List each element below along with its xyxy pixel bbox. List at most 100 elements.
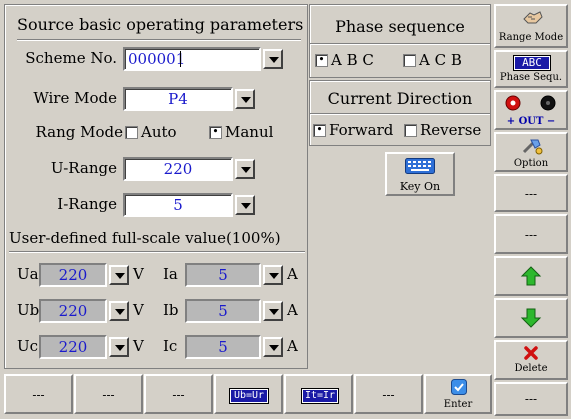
bottom-blank-label-1: --- <box>32 388 45 402</box>
phase-badge: ABC <box>513 55 551 71</box>
ua-label: Ua <box>17 265 39 283</box>
bottom-blank-button-1[interactable]: --- <box>4 374 73 414</box>
ic-label: Ic <box>163 337 178 355</box>
ib-label: Ib <box>163 301 179 319</box>
uc-value[interactable]: 220 <box>39 335 107 359</box>
ia-value[interactable]: 5 <box>185 263 261 287</box>
keyboard-icon <box>405 158 435 174</box>
ub-ur-label: Ub=Ur <box>229 388 269 404</box>
bottom-toolbar: --- --- --- Ub=Ur It=Ir --- Enter <box>4 374 492 416</box>
option-button[interactable]: Option <box>494 132 568 172</box>
bottom-blank-button-6[interactable]: --- <box>354 374 423 414</box>
source-parameters-title: Source basic operating parameters <box>17 15 304 34</box>
ib-value[interactable]: 5 <box>185 299 261 323</box>
uc-dropdown-button[interactable] <box>109 337 129 357</box>
sidebar-blank-button-2[interactable]: --- <box>494 214 568 254</box>
scheme-dropdown-button[interactable] <box>263 49 283 69</box>
ic-dropdown-button[interactable] <box>263 337 283 357</box>
sidebar-blank-button-3[interactable]: --- <box>494 382 568 416</box>
title-separator <box>17 39 301 41</box>
delete-button[interactable]: Delete <box>494 340 568 380</box>
phase-abc-radio[interactable]: • <box>315 54 328 67</box>
phase-sequence-panel: Phase sequence • A B C A C B <box>309 4 491 78</box>
current-separator <box>310 113 490 115</box>
ic-value[interactable]: 5 <box>185 335 261 359</box>
ub-value[interactable]: 220 <box>39 299 107 323</box>
scheme-input[interactable]: 000001 <box>123 47 261 71</box>
key-on-button[interactable]: Key On <box>385 152 455 196</box>
i-range-value: 5 <box>173 196 183 214</box>
ia-unit: A <box>287 265 298 283</box>
sidebar-blank-label-3: --- <box>524 392 538 406</box>
text-cursor <box>180 51 181 67</box>
hand-pointer-icon <box>523 11 543 24</box>
range-mode-button[interactable]: Range Mode <box>494 4 568 48</box>
bottom-blank-label-2: --- <box>102 388 115 402</box>
delete-label: Delete <box>514 363 548 374</box>
ub-dropdown-button[interactable] <box>109 301 129 321</box>
option-tools-icon <box>522 139 543 155</box>
scheme-label: Scheme No. <box>25 49 117 67</box>
ic-unit: A <box>287 337 298 355</box>
output-toggle-button[interactable]: + OUT − <box>494 90 568 130</box>
u-range-dropdown-button[interactable] <box>235 159 255 179</box>
phase-sequ-button[interactable]: ABC Phase Sequ. <box>494 50 568 88</box>
ia-label: Ia <box>163 265 178 283</box>
i-range-select[interactable]: 5 <box>123 193 233 217</box>
rang-manual-label: Manul <box>225 123 274 141</box>
arrow-down-icon <box>520 308 542 328</box>
phase-sequ-label: Phase Sequ. <box>499 72 563 83</box>
i-range-label: I-Range <box>57 195 117 213</box>
wire-mode-dropdown-button[interactable] <box>235 89 255 109</box>
forward-label: Forward <box>329 121 394 139</box>
ib-unit: A <box>287 301 298 319</box>
it-ir-label: It=Ir <box>301 388 339 404</box>
phase-acb-label: A C B <box>419 51 462 69</box>
move-down-button[interactable] <box>494 298 568 338</box>
enter-label: Enter <box>443 399 473 410</box>
wire-mode-label: Wire Mode <box>33 89 117 107</box>
rang-auto-label: Auto <box>141 123 177 141</box>
wire-mode-value: P4 <box>168 90 188 108</box>
rang-auto-checkbox[interactable] <box>125 126 138 139</box>
ib-dropdown-button[interactable] <box>263 301 283 321</box>
range-mode-label: Range Mode <box>498 32 564 43</box>
bottom-blank-button-3[interactable]: --- <box>144 374 213 414</box>
u-range-label: U-Range <box>50 159 117 177</box>
phase-acb-radio[interactable] <box>403 54 416 67</box>
scheme-value: 000001 <box>128 50 186 68</box>
move-up-button[interactable] <box>494 256 568 296</box>
u-range-select[interactable]: 220 <box>123 157 233 181</box>
ub-ur-button[interactable]: Ub=Ur <box>214 374 283 414</box>
wire-mode-select[interactable]: P4 <box>123 87 233 111</box>
ua-dropdown-button[interactable] <box>109 265 129 285</box>
arrow-up-icon <box>520 266 542 286</box>
reverse-radio[interactable] <box>404 124 417 137</box>
i-range-dropdown-button[interactable] <box>235 195 255 215</box>
ia-dropdown-button[interactable] <box>263 265 283 285</box>
enter-button[interactable]: Enter <box>424 374 492 414</box>
sidebar-blank-button-1[interactable]: --- <box>494 174 568 212</box>
output-terminals-icon <box>505 95 556 111</box>
forward-radio[interactable]: • <box>313 124 326 137</box>
ub-unit: V <box>133 301 144 319</box>
right-sidebar: Range Mode ABC Phase Sequ. + OUT − Optio… <box>494 4 568 416</box>
uc-label: Uc <box>17 337 39 355</box>
enter-check-icon <box>451 379 467 395</box>
fullscale-title: User-defined full-scale value(100%) <box>9 229 281 247</box>
ub-label: Ub <box>17 301 40 319</box>
option-label: Option <box>513 158 549 169</box>
phase-sequence-title: Phase sequence <box>335 17 465 36</box>
it-ir-button[interactable]: It=Ir <box>284 374 353 414</box>
rang-mode-label: Rang Mode <box>35 123 123 141</box>
reverse-label: Reverse <box>420 121 482 139</box>
current-direction-panel: Current Direction • Forward Reverse <box>309 80 491 146</box>
phase-separator <box>310 43 490 45</box>
rang-manual-checkbox[interactable]: • <box>209 126 222 139</box>
ua-value[interactable]: 220 <box>39 263 107 287</box>
key-on-label: Key On <box>399 180 441 193</box>
ua-unit: V <box>133 265 144 283</box>
bottom-blank-button-2[interactable]: --- <box>74 374 143 414</box>
current-direction-title: Current Direction <box>327 89 473 108</box>
delete-x-icon <box>524 346 538 360</box>
